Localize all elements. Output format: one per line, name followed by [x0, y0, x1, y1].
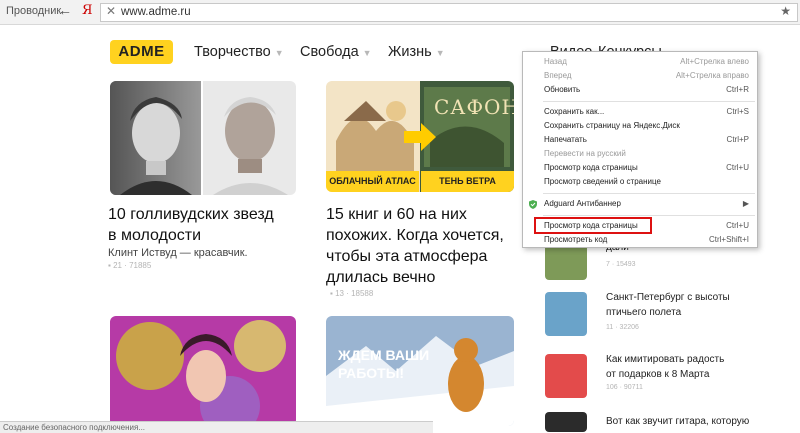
- overlay-line: РАБОТЫ!: [338, 365, 405, 381]
- sidebar-stats: 106 · 90711: [606, 384, 643, 391]
- chevron-down-icon: ▼: [362, 48, 372, 58]
- menu-shortcut: Ctrl+Shift+I: [708, 235, 749, 244]
- article-title[interactable]: 15 книг и 60 на них похожих. Когда хочет…: [326, 204, 504, 288]
- menu-item-forward[interactable]: Вперед Alt+Стрелка вправо: [523, 70, 757, 84]
- menu-label: Adguard Антибаннер: [544, 199, 621, 208]
- menu-shortcut: Alt+Стрелка влево: [680, 57, 749, 66]
- chevron-down-icon: ▼: [274, 48, 284, 58]
- menu-label: Вперед: [544, 71, 572, 80]
- title-line: в молодости: [108, 227, 202, 244]
- address-bar[interactable]: ✕ www.adme.ru ★: [100, 3, 798, 22]
- adme-logo[interactable]: ADME: [110, 40, 173, 64]
- menu-shortcut: Ctrl+R: [726, 85, 749, 94]
- menu-item-save-as[interactable]: Сохранить как... Ctrl+S: [523, 106, 757, 120]
- menu-shortcut: Ctrl+U: [726, 221, 749, 230]
- sidebar-thumb[interactable]: [545, 292, 587, 336]
- menu-label: Перевести на русский: [544, 149, 626, 158]
- overlay-line: ЖДЕМ ВАШИ: [338, 347, 430, 363]
- badge-cloud-atlas: ОБЛАЧНЫЙ АТЛАС: [326, 171, 419, 192]
- article-title[interactable]: 10 голливудских звезд в молодости: [108, 204, 274, 246]
- disco-image: [110, 316, 296, 426]
- article-image-books[interactable]: САФОН ОБЛАЧНЫЙ АТЛАС ТЕНЬ ВЕТРА: [326, 81, 514, 192]
- title-line: 10 голливудских звезд: [108, 206, 274, 223]
- article-image-actors[interactable]: [110, 81, 296, 195]
- badge-shadow-of-wind: ТЕНЬ ВЕТРА: [421, 171, 514, 192]
- stats-text: 13 · 18588: [335, 289, 374, 298]
- yandex-logo-icon[interactable]: Я: [82, 3, 93, 18]
- explorer-label[interactable]: Проводник: [6, 5, 61, 17]
- menu-shortcut: Alt+Стрелка вправо: [675, 71, 749, 80]
- nav-label: Творчество: [194, 44, 271, 60]
- menu-label: Обновить: [544, 85, 581, 94]
- title-line: Вот как звучит гитара, которую: [606, 416, 750, 427]
- sidebar-thumb[interactable]: [545, 412, 587, 432]
- sidebar-title[interactable]: Как имитировать радость от подарков к 8 …: [606, 352, 796, 382]
- book-cover-title: САФОН: [434, 95, 514, 119]
- status-bar: Создание безопасного подключения...: [0, 421, 433, 433]
- menu-separator: [543, 215, 755, 216]
- title-line: птичьего полета: [606, 307, 682, 318]
- menu-label: Напечатать: [544, 135, 587, 144]
- article-image-disco[interactable]: [110, 316, 296, 426]
- menu-item-view-source[interactable]: Просмотр кода страницы Ctrl+U: [523, 162, 757, 176]
- adguard-shield-icon: [529, 200, 537, 209]
- menu-item-adguard[interactable]: Adguard Антибаннер ▶: [523, 198, 757, 212]
- article-image-winter[interactable]: ЖДЕМ ВАШИ РАБОТЫ!: [326, 316, 514, 426]
- bookmark-star-icon[interactable]: ★: [780, 4, 791, 18]
- portraits-image: [110, 81, 296, 195]
- menu-label: Сохранить страницу на Яндекс.Диск: [544, 121, 680, 130]
- menu-separator: [543, 193, 755, 194]
- sidebar-stats: 7 · 15493: [606, 261, 636, 268]
- article-stats: ▪ 13 · 18588: [330, 289, 373, 298]
- back-arrow-icon[interactable]: ←: [58, 2, 72, 18]
- sidebar-thumb[interactable]: [545, 354, 587, 398]
- title-line: длилась вечно: [326, 269, 436, 286]
- chevron-down-icon: ▼: [435, 48, 445, 58]
- sidebar-title[interactable]: Санкт-Петербург с высоты птичьего полета: [606, 290, 796, 320]
- menu-item-print[interactable]: Напечатать Ctrl+P: [523, 134, 757, 148]
- sidebar-stats: 11 · 32206: [606, 324, 639, 331]
- title-line: от подарков к 8 Марта: [606, 369, 710, 380]
- menu-item-translate[interactable]: Перевести на русский: [523, 148, 757, 162]
- nav-svoboda[interactable]: Свобода ▼: [300, 44, 372, 60]
- menu-item-back[interactable]: Назад Alt+Стрелка влево: [523, 56, 757, 70]
- menu-shortcut: Ctrl+P: [726, 135, 749, 144]
- title-line: 15 книг и 60 на них: [326, 206, 467, 223]
- close-icon[interactable]: ✕: [106, 4, 116, 18]
- menu-label: Просмотреть код: [544, 235, 608, 244]
- menu-label: Сохранить как...: [544, 107, 605, 116]
- menu-label: Просмотр кода страницы: [544, 163, 638, 172]
- title-line: чтобы эта атмосфера: [326, 248, 488, 265]
- menu-item-inspect[interactable]: Просмотреть код Ctrl+Shift+I: [523, 234, 757, 248]
- menu-item-page-info[interactable]: Просмотр сведений о странице: [523, 176, 757, 190]
- highlight-box: [534, 217, 652, 234]
- title-line: Как имитировать радость: [606, 354, 725, 365]
- browser-toolbar: Проводник ← Я ✕ www.adme.ru ★: [0, 0, 800, 25]
- menu-item-reload[interactable]: Обновить Ctrl+R: [523, 84, 757, 98]
- url-text[interactable]: www.adme.ru: [121, 6, 191, 18]
- title-line: похожих. Когда хочется,: [326, 227, 504, 244]
- article-stats: ▪ 21 · 71885: [108, 261, 151, 270]
- menu-separator: [543, 101, 755, 102]
- nav-zhizn[interactable]: Жизнь ▼: [388, 44, 445, 60]
- article-subtitle: Клинт Иствуд — красавчик.: [108, 247, 248, 259]
- submenu-arrow-icon: ▶: [742, 199, 749, 208]
- title-line: Санкт-Петербург с высоты: [606, 292, 730, 303]
- nav-label: Свобода: [300, 44, 359, 60]
- stats-text: 21 · 71885: [113, 261, 152, 270]
- overlay-text: ЖДЕМ ВАШИ РАБОТЫ!: [338, 346, 429, 382]
- menu-item-save-yandex-disk[interactable]: Сохранить страницу на Яндекс.Диск: [523, 120, 757, 134]
- menu-label: Назад: [544, 57, 567, 66]
- menu-label: Просмотр сведений о странице: [544, 177, 661, 186]
- nav-label: Жизнь: [388, 44, 432, 60]
- sidebar-title[interactable]: Вот как звучит гитара, которую: [606, 414, 796, 429]
- nav-tvorchestvo[interactable]: Творчество ▼: [194, 44, 284, 60]
- menu-shortcut: Ctrl+S: [726, 107, 749, 116]
- menu-shortcut: Ctrl+U: [726, 163, 749, 172]
